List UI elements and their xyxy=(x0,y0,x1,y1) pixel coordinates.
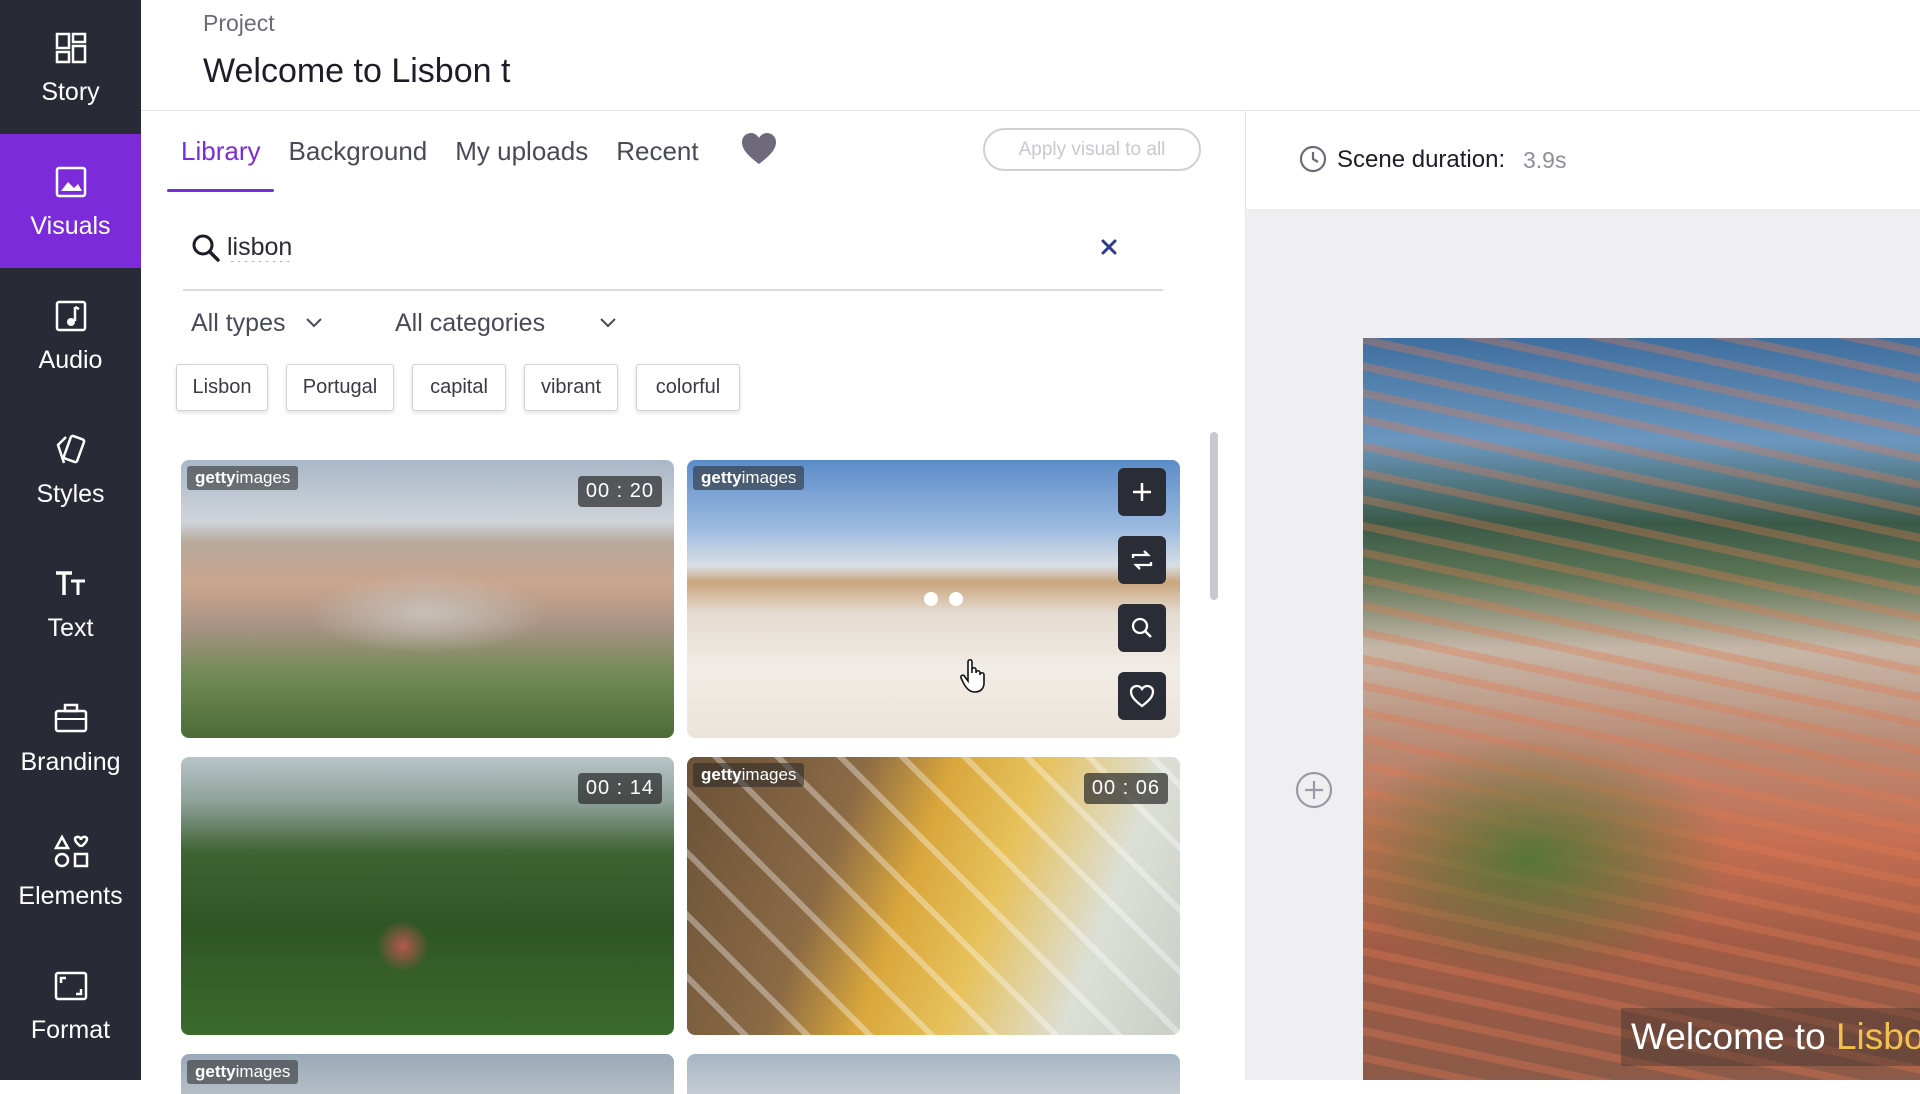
loading-dot xyxy=(924,592,938,606)
scene-duration-bar: Scene duration: 3.9s xyxy=(1246,111,1920,210)
grid-icon xyxy=(51,28,91,68)
scene-preview-image[interactable]: Welcome to Lisbo xyxy=(1363,338,1920,1080)
loading-dot xyxy=(949,592,963,606)
scene-duration-label: Scene duration: xyxy=(1337,146,1506,173)
left-nav: Story Visuals Audio Styles Text Branding xyxy=(0,0,141,1080)
image-icon xyxy=(51,162,91,202)
search-icon xyxy=(191,233,221,263)
briefcase-icon xyxy=(51,698,91,738)
duration-badge: 00 : 06 xyxy=(1083,773,1168,804)
text-icon xyxy=(51,564,91,604)
categories-filter[interactable]: All categories xyxy=(395,301,617,345)
format-icon xyxy=(51,966,91,1006)
tab-recent[interactable]: Recent xyxy=(602,111,712,192)
nav-audio-label: Audio xyxy=(38,345,103,374)
preview-visual-button[interactable] xyxy=(1118,604,1166,652)
nav-elements[interactable]: Elements xyxy=(0,804,141,938)
tag-chip[interactable]: capital xyxy=(412,364,506,411)
apply-visual-to-all-button[interactable]: Apply visual to all xyxy=(983,128,1201,171)
tab-background[interactable]: Background xyxy=(274,111,441,192)
scene-canvas: Welcome to Lisbo xyxy=(1246,210,1920,1080)
getty-badge: gettyimages xyxy=(693,466,805,490)
shapes-icon xyxy=(51,832,91,872)
favorite-visual-button[interactable] xyxy=(1118,672,1166,720)
getty-badge: gettyimages xyxy=(693,763,805,787)
getty-badge: gettyimages xyxy=(187,466,299,490)
library-tabs: Library Background My uploads Recent xyxy=(167,111,713,192)
nav-branding-label: Branding xyxy=(20,747,121,776)
tag-chip[interactable]: vibrant xyxy=(524,364,618,411)
categories-filter-label: All categories xyxy=(395,308,546,337)
add-to-scene-button[interactable] xyxy=(1118,468,1166,516)
duration-badge: 00 : 14 xyxy=(577,773,662,804)
result-thumbnail[interactable]: gettyimages xyxy=(181,1054,674,1094)
caption-text: Welcome to xyxy=(1631,1016,1826,1057)
nav-branding[interactable]: Branding xyxy=(0,670,141,804)
clock-icon xyxy=(1298,144,1328,174)
nav-styles-label: Styles xyxy=(36,479,105,508)
nav-styles[interactable]: Styles xyxy=(0,402,141,536)
nav-visuals-label: Visuals xyxy=(30,211,111,240)
getty-badge: gettyimages xyxy=(187,1060,299,1084)
nav-story[interactable]: Story xyxy=(0,0,141,134)
nav-text-label: Text xyxy=(47,613,94,642)
search-input[interactable] xyxy=(227,227,1027,267)
nav-format-label: Format xyxy=(30,1015,111,1044)
tag-chip[interactable]: Lisbon xyxy=(176,364,268,411)
nav-format[interactable]: Format xyxy=(0,938,141,1072)
types-filter[interactable]: All types xyxy=(191,301,323,345)
nav-visuals[interactable]: Visuals xyxy=(0,134,141,268)
replace-icon xyxy=(1131,550,1153,570)
close-icon[interactable] xyxy=(1095,233,1123,261)
caption-highlight: Lisbo xyxy=(1835,1016,1920,1057)
tag-chip[interactable]: Portugal xyxy=(286,364,394,411)
scene-caption[interactable]: Welcome to Lisbo xyxy=(1621,1008,1920,1066)
add-scene-icon[interactable] xyxy=(1294,770,1334,810)
scroll-thumb[interactable] xyxy=(1210,432,1218,600)
heart-outline-icon xyxy=(1129,684,1155,708)
nav-story-label: Story xyxy=(41,77,100,106)
search-bar xyxy=(183,219,1163,291)
project-title[interactable]: Welcome to Lisbon t xyxy=(203,52,510,91)
duration-badge: 00 : 20 xyxy=(577,476,662,507)
scene-preview-panel: Scene duration: 3.9s Welcome to Lisbo xyxy=(1245,111,1920,1080)
tab-my-uploads[interactable]: My uploads xyxy=(441,111,602,192)
nav-audio[interactable]: Audio xyxy=(0,268,141,402)
nav-text[interactable]: Text xyxy=(0,536,141,670)
styles-icon xyxy=(51,430,91,470)
tag-chip[interactable]: colorful xyxy=(636,364,740,411)
music-note-icon xyxy=(51,296,91,336)
types-filter-label: All types xyxy=(191,308,286,337)
visuals-panel: Library Background My uploads Recent App… xyxy=(141,111,1245,1094)
result-thumbnail[interactable]: 00 : 14 xyxy=(181,757,674,1035)
zoom-icon xyxy=(1131,617,1152,638)
result-thumbnail[interactable]: gettyimages 00 : 20 xyxy=(181,460,674,738)
chevron-down-icon xyxy=(600,318,616,328)
result-thumbnail[interactable]: gettyimages 00 : 06 xyxy=(687,757,1180,1035)
heart-icon[interactable] xyxy=(739,130,779,170)
results-scrollbar[interactable] xyxy=(1208,432,1220,1082)
scene-duration-value[interactable]: 3.9s xyxy=(1523,147,1566,174)
plus-icon xyxy=(1133,483,1151,501)
replace-visual-button[interactable] xyxy=(1118,536,1166,584)
project-header: Project Welcome to Lisbon t xyxy=(141,0,1920,111)
chevron-down-icon xyxy=(306,318,323,328)
result-thumbnail[interactable] xyxy=(687,1054,1180,1094)
hand-cursor-icon xyxy=(958,658,990,694)
tab-library[interactable]: Library xyxy=(167,111,275,192)
thumbnail-image xyxy=(687,1054,1180,1094)
project-label: Project xyxy=(203,10,275,36)
nav-elements-label: Elements xyxy=(18,881,123,910)
